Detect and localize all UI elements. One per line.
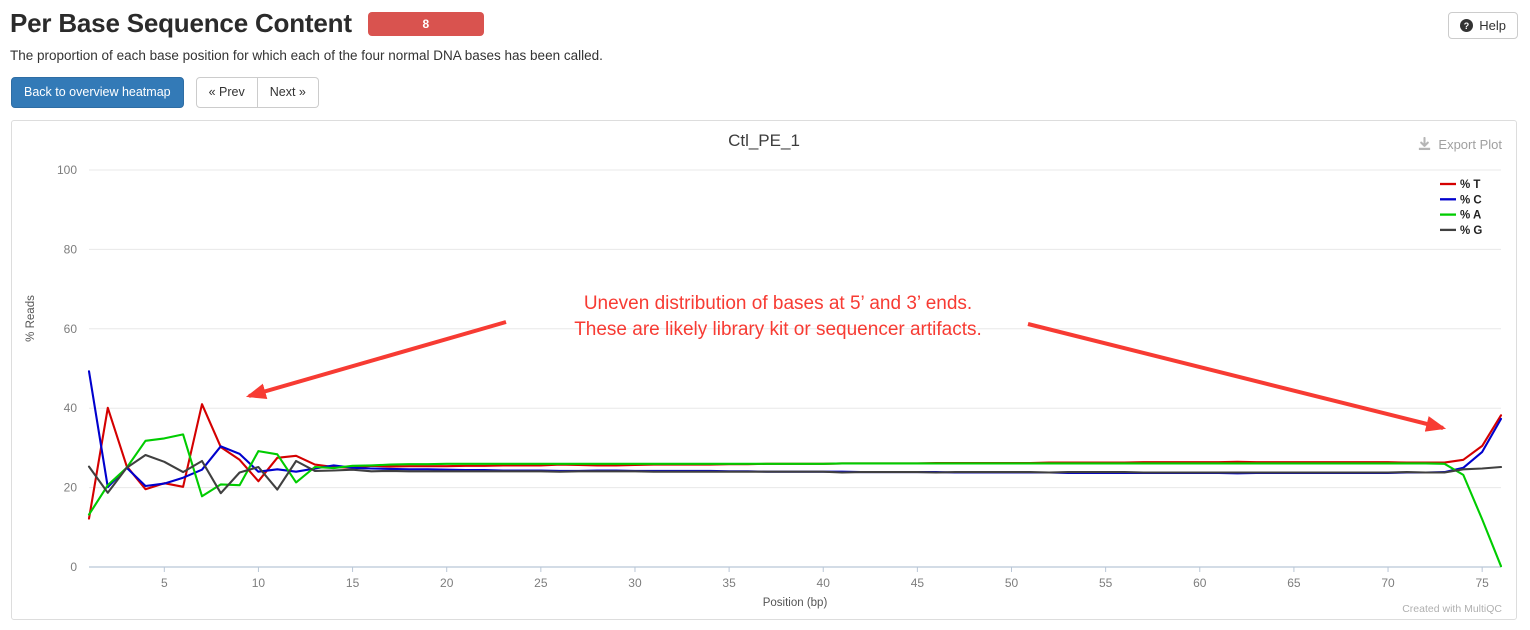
x-tick-label: 25	[534, 576, 548, 590]
next-button[interactable]: Next »	[257, 77, 319, 108]
x-tick-label: 75	[1475, 576, 1489, 590]
x-tick-label: 20	[440, 576, 454, 590]
series-line-t[interactable]	[87, 403, 1503, 520]
prev-next-button-group: « Prev Next »	[195, 77, 319, 108]
y-axis-title: % Reads	[25, 295, 37, 342]
x-tick-label: 15	[346, 576, 360, 590]
x-tick-label: 55	[1099, 576, 1113, 590]
x-tick-label: 70	[1381, 576, 1395, 590]
multiqc-credit: Created with MultiQC	[1402, 603, 1502, 615]
prev-button[interactable]: « Prev	[195, 77, 258, 108]
question-circle-icon: ?	[1460, 19, 1474, 32]
y-tick-label: 20	[64, 481, 78, 495]
per-base-sequence-content-chart[interactable]: 0 20 40 60 80 100 5 10 15 20 25 30 35 40 45 50 55 60 65 70 7…	[12, 121, 1516, 619]
multiqc-report-page: Per Base Sequence Content 8 ? Help The p…	[0, 0, 1530, 630]
annotation-arrow-right	[1027, 322, 1447, 432]
module-description: The proportion of each base position for…	[10, 48, 603, 63]
y-tick-label: 100	[57, 163, 77, 177]
back-to-overview-heatmap-button[interactable]: Back to overview heatmap	[11, 77, 184, 108]
annotation-line-2: These are likely library kit or sequence…	[574, 319, 982, 340]
series-line-a[interactable]	[87, 433, 1503, 568]
legend-label[interactable]: % G	[1460, 225, 1482, 237]
legend-label[interactable]: % A	[1460, 210, 1481, 222]
y-tick-label: 80	[64, 242, 78, 256]
x-tick-label: 65	[1287, 576, 1301, 590]
x-tick-label: 45	[911, 576, 925, 590]
x-tick-label: 5	[161, 576, 168, 590]
x-tick-label: 30	[628, 576, 642, 590]
help-button[interactable]: ? Help	[1448, 12, 1518, 39]
module-header: Per Base Sequence Content 8	[10, 8, 484, 39]
plot-panel: Ctl_PE_1 Export Plot 0 20 40 60 80 100 5 10 15 20…	[11, 120, 1517, 620]
page-title: Per Base Sequence Content	[10, 8, 352, 38]
y-tick-label: 0	[70, 560, 77, 574]
help-button-label: Help	[1479, 18, 1506, 33]
svg-text:?: ?	[1464, 21, 1469, 31]
x-tick-label: 40	[817, 576, 831, 590]
status-badge: 8	[367, 11, 484, 36]
y-tick-label: 60	[64, 322, 78, 336]
y-tick-label: 40	[64, 401, 78, 415]
x-tick-label: 35	[722, 576, 736, 590]
annotation-line-1: Uneven distribution of bases at 5’ and 3…	[584, 293, 972, 314]
x-axis-title: Position (bp)	[763, 597, 828, 609]
x-tick-label: 50	[1005, 576, 1019, 590]
legend-label[interactable]: % T	[1460, 179, 1480, 191]
annotation-arrow-left	[245, 320, 507, 400]
x-tick-label: 60	[1193, 576, 1207, 590]
plot-toolbar: Back to overview heatmap « Prev Next »	[11, 77, 319, 108]
legend-label[interactable]: % C	[1460, 194, 1482, 206]
x-tick-label: 10	[252, 576, 266, 590]
